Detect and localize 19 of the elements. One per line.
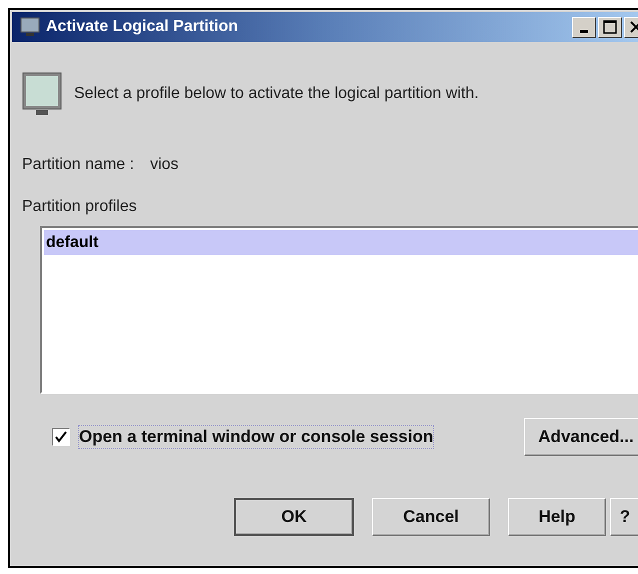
monitor-icon (20, 17, 40, 37)
dialog-button[interactable]: Help (508, 498, 606, 536)
checkbox[interactable] (52, 428, 70, 446)
advanced-button[interactable]: Advanced... (524, 418, 638, 456)
maximize-icon (603, 20, 617, 34)
maximize-button[interactable] (598, 16, 622, 38)
instruction-text: Select a profile below to activate the logical partition with. (74, 85, 479, 103)
minimize-icon (580, 30, 588, 33)
checkbox-label[interactable]: Open a terminal window or console session (78, 425, 434, 449)
partition-profiles-label: Partition profiles (22, 198, 138, 216)
dialog-button[interactable]: Cancel (372, 498, 490, 536)
minimize-button[interactable] (572, 16, 596, 38)
profile-list-item[interactable]: default (44, 230, 638, 255)
partition-name-value: vios (150, 156, 179, 174)
monitor-icon (22, 72, 62, 116)
window-title: Activate Logical Partition (46, 18, 240, 36)
dialog-button[interactable]: ? (610, 498, 638, 536)
partition-name-label: Partition name : (22, 156, 134, 174)
dialog-button[interactable]: OK (234, 498, 354, 536)
